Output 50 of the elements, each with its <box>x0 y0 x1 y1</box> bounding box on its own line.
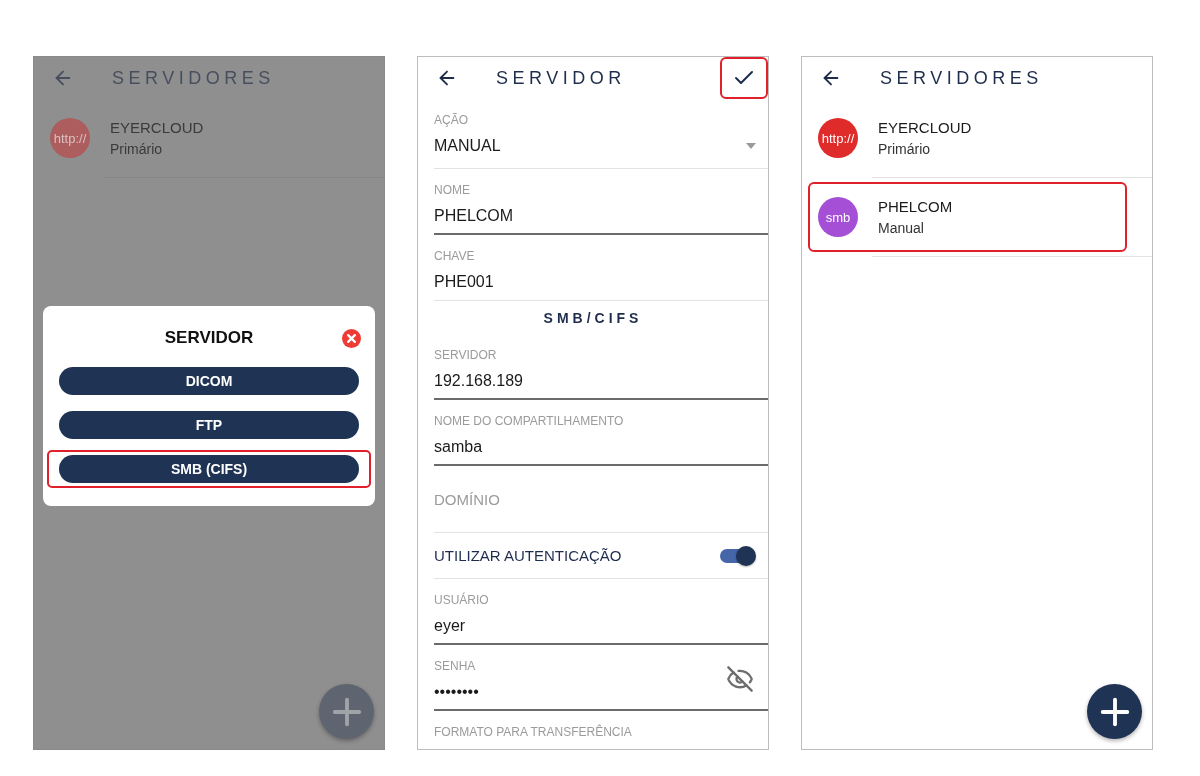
switch-label: UTILIZAR AUTENTICAÇÃO <box>434 547 622 564</box>
check-icon[interactable] <box>720 57 768 99</box>
field-label: USUÁRIO <box>434 593 490 607</box>
protocol-avatar: http:// <box>818 118 858 158</box>
server-name: EYERCLOUD <box>878 119 972 136</box>
field-label: SERVIDOR <box>434 348 498 362</box>
option-button[interactable]: SMB (CIFS) <box>59 455 359 483</box>
field-label: NOME DO COMPARTILHAMENTO <box>434 414 625 428</box>
field-value: •••••••• <box>434 683 479 701</box>
screen-title: SERVIDORES <box>880 67 1044 89</box>
field-value: eyer <box>434 617 466 635</box>
field-value: samba <box>434 438 483 456</box>
option-button[interactable]: DICOM <box>59 367 359 395</box>
option-button[interactable]: FTP <box>59 411 359 439</box>
screen-title: SERVIDOR <box>496 67 627 89</box>
server-name: EYERCLOUD <box>110 119 204 136</box>
server-name: PHELCOM <box>878 198 953 215</box>
input-field[interactable]: SENHA •••••••• <box>434 645 768 711</box>
protocol-avatar: http:// <box>50 118 90 158</box>
server-subtitle: Primário <box>878 141 932 157</box>
input-field[interactable]: SERVIDOR 192.168.189 <box>434 334 768 400</box>
server-row[interactable]: http:// EYERCLOUD Primário <box>808 103 1127 173</box>
server-subtitle: Manual <box>878 220 925 236</box>
input-field[interactable]: USUÁRIO eyer <box>434 579 768 645</box>
eye-off-icon[interactable] <box>726 665 754 693</box>
field-label: CHAVE <box>434 249 476 263</box>
toggle-switch[interactable] <box>720 548 754 563</box>
field-placeholder: DOMÍNIO <box>434 490 501 508</box>
field-value: PHELCOM <box>434 207 514 225</box>
field-value: PHE001 <box>434 273 494 291</box>
screen-title: SERVIDORES <box>112 67 276 89</box>
dialog-title: SERVIDOR <box>164 328 254 348</box>
action-select[interactable]: AÇÃO MANUAL <box>434 99 768 169</box>
close-icon[interactable] <box>342 329 361 348</box>
field-label: SENHA <box>434 659 477 673</box>
input-field[interactable]: NOME PHELCOM <box>434 169 768 235</box>
field-label: AÇÃO <box>434 113 469 127</box>
dropdown-caret-icon <box>746 143 756 149</box>
section-heading: SMB/CIFS <box>543 309 643 326</box>
server-row[interactable]: smb PHELCOM Manual <box>808 182 1127 252</box>
input-field[interactable]: NOME DO COMPARTILHAMENTO samba <box>434 400 768 466</box>
field-label: FORMATO PARA TRANSFERÊNCIA <box>434 725 633 739</box>
input-field[interactable]: CHAVE PHE001 <box>434 235 768 301</box>
add-button[interactable] <box>1087 684 1142 739</box>
server-subtitle: Primário <box>110 141 164 157</box>
field-value: MANUAL <box>434 137 501 155</box>
field-label: NOME <box>434 183 471 197</box>
field-value: 192.168.189 <box>434 372 523 390</box>
server-row[interactable]: http:// EYERCLOUD Primário <box>40 103 359 173</box>
protocol-avatar: smb <box>818 197 858 237</box>
